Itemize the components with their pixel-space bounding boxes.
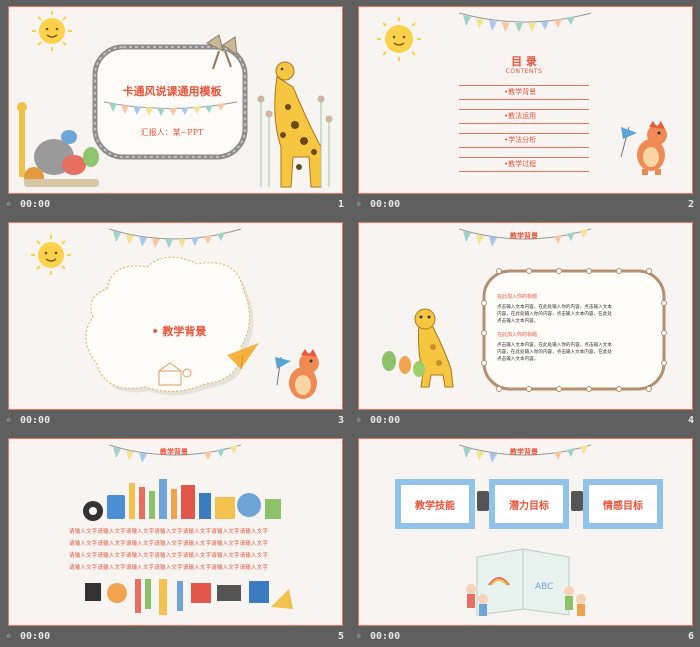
- sun-icon: [377, 17, 421, 61]
- slide-canvas: • 教学背景: [8, 222, 343, 410]
- toc-divider: [459, 99, 589, 100]
- toc-item-2[interactable]: •教法运用: [504, 111, 536, 121]
- dinosaur-icon: [275, 349, 319, 399]
- animals-group-icon: [17, 102, 99, 187]
- school-supplies-top-icon: [83, 479, 281, 521]
- slide-number: 4: [687, 415, 694, 426]
- slide-timing: 00:00: [20, 199, 51, 210]
- slide-number: 5: [337, 631, 344, 642]
- paragraph-line: 点击输入文本内容，在此处输入你的内容，点击输入文本: [497, 343, 612, 348]
- slide-thumb-4[interactable]: 教学背景 在此加入你的标题 点击输入文本内容，在此处输入你的内容，点击输入文本 …: [350, 216, 700, 432]
- svg-text:ABC: ABC: [535, 582, 553, 592]
- text-line: 请输入文字请输入文字请输入文字请输入文字请输入文字请输入文字请输入文字: [69, 565, 269, 571]
- slide-canvas: 卡通风说课通用模板 汇报人：某~PPT: [8, 6, 343, 194]
- slide-title: 教学背景: [510, 231, 538, 240]
- goal-box-potential[interactable]: 潜力目标: [489, 479, 569, 529]
- goal-box-emotion[interactable]: 情感目标: [583, 479, 663, 529]
- toc-divider: [459, 85, 589, 86]
- star-icon: ☆: [356, 199, 362, 209]
- toc-divider: [459, 123, 589, 124]
- toc-item-4[interactable]: •教学过程: [504, 159, 536, 169]
- slide-1-art: [17, 11, 333, 188]
- text-line: 请输入文字请输入文字请输入文字请输入文字请输入文字请输入文字请输入文字: [69, 541, 269, 547]
- toc-item-1[interactable]: •教学背景: [504, 87, 536, 97]
- slide-title: 教学背景: [510, 447, 538, 456]
- slide-meta: ☆ 00:00 5: [0, 628, 350, 646]
- paragraph-line: 点击输入文本内容，在此处输入你的内容，点击输入文本: [497, 305, 612, 310]
- slide-thumb-6[interactable]: ABC 教学背景 教学技能 潜力目标 情感目标 ☆ 00:00 6: [350, 432, 700, 647]
- text-line: 请输入文字请输入文字请输入文字请输入文字请输入文字请输入文字请输入文字: [69, 529, 269, 535]
- slide-meta: ☆ 00:00 3: [0, 412, 350, 430]
- star-icon: ☆: [356, 415, 362, 425]
- toc-title: 目 录: [511, 55, 537, 68]
- slide-canvas: ABC 教学背景 教学技能 潜力目标 情感目标: [358, 438, 693, 626]
- sun-icon: [32, 11, 72, 51]
- slide-number: 6: [687, 631, 694, 642]
- star-icon: ☆: [6, 199, 12, 209]
- bunting-decoration: [458, 12, 592, 32]
- slide-subtitle: 汇报人：某~PPT: [140, 128, 204, 137]
- slide-number: 3: [337, 415, 344, 426]
- slide-thumb-5[interactable]: 教学背景 请输入文字请输入文字请输入文字请输入文字请输入文字请输入文字请输入文字…: [0, 432, 350, 647]
- slide-meta: ☆ 00:00 1: [0, 196, 350, 214]
- toc-divider: [459, 133, 589, 134]
- content-block: 在此加入你的标题 点击输入文本内容，在此处输入你的内容，点击输入文本 内容，在此…: [497, 293, 657, 363]
- slide-timing: 00:00: [370, 199, 401, 210]
- star-icon: ☆: [356, 631, 362, 641]
- star-icon: ☆: [6, 631, 12, 641]
- children-book-icon: ABC: [466, 548, 586, 616]
- paragraph-line: 内容，在此处输入你的内容，点击输入文本内容，在此处: [497, 350, 612, 355]
- slide-timing: 00:00: [370, 415, 401, 426]
- toc-divider: [459, 109, 589, 110]
- toc-item-3[interactable]: •学法分析: [504, 135, 536, 145]
- slide-title: 教学背景: [160, 447, 188, 456]
- paragraph-line: 点击输入文本内容。: [497, 319, 539, 324]
- slide-number: 2: [687, 199, 694, 210]
- slide-canvas: 目 录 CONTENTS •教学背景 •教法运用 •学法分析 •教学过程: [358, 6, 693, 194]
- dinosaur-icon: [620, 121, 667, 175]
- slide-number: 1: [337, 199, 344, 210]
- slide-thumb-3[interactable]: • 教学背景 ☆ 00:00 3: [0, 216, 350, 432]
- toc-subtitle: CONTENTS: [505, 68, 543, 75]
- toc-divider: [459, 147, 589, 148]
- slide-timing: 00:00: [370, 631, 401, 642]
- paragraph-line: 点击输入文本内容。: [497, 357, 539, 362]
- paragraph-heading: 在此加入你的标题: [497, 332, 538, 338]
- toc-divider: [459, 157, 589, 158]
- slide-thumb-2[interactable]: 目 录 CONTENTS •教学背景 •教法运用 •学法分析 •教学过程 ☆ 0…: [350, 0, 700, 216]
- slide-meta: ☆ 00:00 6: [350, 628, 700, 646]
- slide-title: 卡通风说课通用模板: [122, 85, 222, 98]
- slide-thumb-1[interactable]: 卡通风说课通用模板 汇报人：某~PPT ☆ 00:00 1: [0, 0, 350, 216]
- slide-canvas: 教学背景 在此加入你的标题 点击输入文本内容，在此处输入你的内容，点击输入文本 …: [358, 222, 693, 410]
- frame-decoration: [92, 44, 248, 160]
- slide-timing: 00:00: [20, 631, 51, 642]
- slide-meta: ☆ 00:00 4: [350, 412, 700, 430]
- slide-6-art: ABC: [458, 444, 592, 616]
- section-title: • 教学背景: [151, 325, 207, 338]
- paragraph-line: 内容，在此处输入你的内容，点击输入文本内容，在此处: [497, 312, 612, 317]
- toc-divider: [459, 171, 589, 172]
- slide-meta: ☆ 00:00 2: [350, 196, 700, 214]
- slide-canvas: 教学背景 请输入文字请输入文字请输入文字请输入文字请输入文字请输入文字请输入文字…: [8, 438, 343, 626]
- goal-box-skills[interactable]: 教学技能: [395, 479, 475, 529]
- giraffe-icon: [274, 61, 322, 188]
- leaves-decoration: [382, 351, 425, 377]
- text-line: 请输入文字请输入文字请输入文字请输入文字请输入文字请输入文字请输入文字: [69, 553, 269, 559]
- slide-timing: 00:00: [20, 415, 51, 426]
- star-icon: ☆: [6, 415, 12, 425]
- slide-3-art: [31, 228, 319, 399]
- bunting-decoration: [108, 228, 242, 248]
- sun-icon: [31, 235, 71, 275]
- school-supplies-bottom-icon: [85, 579, 293, 615]
- paragraph-heading: 在此加入你的标题: [497, 294, 538, 300]
